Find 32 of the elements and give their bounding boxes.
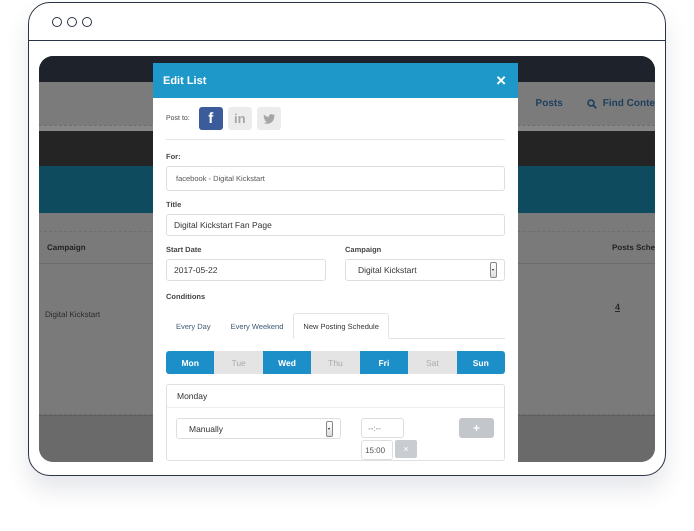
post-count-link[interactable]: 4 [615,302,655,312]
title-field[interactable]: Digital Kickstart Fan Page [166,214,505,236]
day-toggle[interactable]: Sun [456,351,505,374]
day-toggle[interactable]: Mon [166,351,214,374]
time-field[interactable]: --:-- [361,418,404,438]
time-field[interactable]: 15:00 [361,440,394,460]
window-dot-icon [52,16,62,26]
mode-select[interactable]: Manually [176,418,342,439]
campaign-select[interactable]: Digital Kickstart [345,259,505,281]
close-button[interactable]: × [496,72,506,89]
day-toggle[interactable]: Sat [408,351,457,374]
window-dot-icon [82,16,92,26]
nav-link[interactable]: Posts [536,98,563,109]
facebook-button[interactable]: f [198,107,223,130]
day-toggle[interactable]: Wed [262,351,312,374]
day-toggle[interactable]: Fri [360,351,408,374]
date-field[interactable]: 2017-05-22 [166,259,326,281]
day-toggle[interactable]: Tue [214,351,263,374]
dropdown-arrow-icon [326,420,334,436]
window-dot-icon [67,16,77,26]
day-toggle[interactable]: Thu [311,351,360,374]
column-header: Campaign [47,243,86,252]
dropdown-arrow-icon [490,262,497,278]
twitter-button[interactable] [256,107,281,130]
search-icon [586,98,597,108]
linkedin-button[interactable]: in [228,107,252,130]
nav-link[interactable]: Find Conte [586,98,655,109]
dialog-title: Edit List [163,74,206,86]
bird-icon [262,114,275,124]
column-header: Posts Sche [612,243,655,252]
table-cell: Digital Kickstart [45,310,100,319]
panel-title: Monday [167,385,504,408]
